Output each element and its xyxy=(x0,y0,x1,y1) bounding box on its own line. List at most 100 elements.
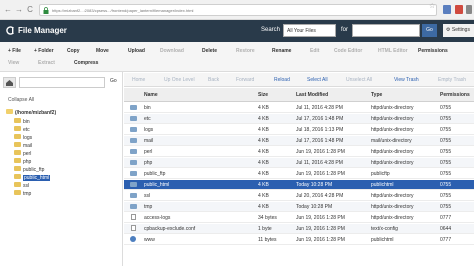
folder-icon xyxy=(130,204,137,209)
column-header-last-modified[interactable]: Last Modified xyxy=(296,92,328,98)
table-row[interactable]: etc 4 KB Jul 17, 2016 1:48 PM httpd/unix-di… xyxy=(124,114,474,124)
address-bar[interactable]: https://mizbanf2...:2083/cpsess.../front… xyxy=(39,4,437,16)
tree-item-logs[interactable]: logs xyxy=(14,134,32,141)
nav-up-one-level-link[interactable]: Up One Level xyxy=(164,77,195,83)
name-cell: public_ftp xyxy=(144,171,166,177)
table-row[interactable]: access-logs 34 bytes Jun 19, 2016 1:28 PM h… xyxy=(124,213,474,223)
nav-select-all-link[interactable]: Select All xyxy=(307,77,328,83)
table-row[interactable]: perl 4 KB Jun 19, 2016 1:28 PM httpd/unix-d… xyxy=(124,147,474,157)
column-header-permissions[interactable]: Permissions xyxy=(440,92,470,98)
new-file-button[interactable]: + File xyxy=(8,48,21,54)
table-row[interactable]: tmp 4 KB Today 10:28 PM httpd/unix-director… xyxy=(124,202,474,212)
tree-item-ssl[interactable]: ssl xyxy=(14,182,29,189)
upload-button[interactable]: Upload xyxy=(128,48,145,54)
nav-unselect-all-link[interactable]: Unselect All xyxy=(346,77,372,83)
nav-empty-trash-link[interactable]: Empty Trash xyxy=(438,77,466,83)
table-row[interactable]: logs 4 KB Jul 18, 2016 1:13 PM httpd/unix-d… xyxy=(124,125,474,135)
permissions-cell: 0755 xyxy=(440,116,452,122)
size-cell: 4 KB xyxy=(258,193,269,199)
search-scope-select[interactable]: All Your Files xyxy=(283,24,336,37)
url-text: https://mizbanf2...:2083/cpsess.../front… xyxy=(52,8,194,13)
table-row[interactable]: public_html 4 KB Today 10:28 PM publichtml 0… xyxy=(124,180,474,190)
restore-button[interactable]: Restore xyxy=(236,48,255,54)
copy-button[interactable]: Copy xyxy=(67,48,80,54)
table-row[interactable]: mail 4 KB Jul 17, 2016 1:48 PM mail/unix-di… xyxy=(124,136,474,146)
folder-tree-panel: Go Collapse All (/home/mizbanf2) bin etc… xyxy=(0,72,123,266)
nav-reload-link[interactable]: Reload xyxy=(274,77,290,83)
column-header-size[interactable]: Size xyxy=(258,92,268,98)
table-row[interactable]: public_ftp 4 KB Jun 19, 2016 1:28 PM public… xyxy=(124,169,474,179)
bookmark-star-icon[interactable]: ☆ xyxy=(429,2,435,10)
type-cell: httpd/unix-directory xyxy=(371,215,414,221)
browser-toolbar: ← → C https://mizbanf2...:2083/cpsess...… xyxy=(0,0,474,20)
edit-button[interactable]: Edit xyxy=(310,48,319,54)
name-cell: ssl xyxy=(144,193,151,199)
path-input[interactable] xyxy=(19,77,105,88)
folder-icon xyxy=(130,193,137,198)
permissions-cell: 0755 xyxy=(440,204,452,210)
folder-icon xyxy=(14,182,21,187)
search-input[interactable] xyxy=(352,24,420,37)
permissions-cell: 0755 xyxy=(440,138,452,144)
modified-cell: Jul 17, 2016 1:48 PM xyxy=(296,138,344,144)
compress-button[interactable]: Compress xyxy=(74,60,98,66)
table-row[interactable]: cpbackup-exclude.conf 1 byte Jun 19, 2016 … xyxy=(124,224,474,234)
tree-item-etc[interactable]: etc xyxy=(14,126,30,133)
path-go-button[interactable]: Go xyxy=(110,78,117,84)
reload-icon[interactable]: C xyxy=(26,6,34,14)
table-row[interactable]: www 11 bytes Jun 19, 2016 1:28 PM publichtm… xyxy=(124,235,474,245)
type-cell: text/x-config xyxy=(371,226,398,232)
permissions-button[interactable]: Permissions xyxy=(418,48,448,54)
menu-icon[interactable] xyxy=(466,5,472,14)
type-cell: publichtml xyxy=(371,237,394,243)
nav-view-trash-link[interactable]: View Trash xyxy=(394,77,419,83)
tree-item-public-ftp[interactable]: public_ftp xyxy=(14,166,44,173)
download-button[interactable]: Download xyxy=(160,48,184,54)
search-go-button[interactable]: Go xyxy=(422,24,437,37)
tree-item-tmp[interactable]: tmp xyxy=(14,190,31,197)
extension-icon[interactable] xyxy=(443,5,451,14)
delete-button[interactable]: Delete xyxy=(202,48,217,54)
extract-button[interactable]: Extract xyxy=(38,60,55,66)
column-header-name[interactable]: Name xyxy=(144,92,158,98)
tree-label: bin xyxy=(23,119,30,125)
type-cell: httpd/unix-directory xyxy=(371,105,414,111)
code-editor-button[interactable]: Code Editor xyxy=(334,48,362,54)
move-button[interactable]: Move xyxy=(96,48,109,54)
tree-item-mail[interactable]: mail xyxy=(14,142,32,149)
nav-forward-link[interactable]: Forward xyxy=(236,77,254,83)
new-folder-button[interactable]: + Folder xyxy=(34,48,54,54)
table-row[interactable]: bin 4 KB Jul 11, 2016 4:28 PM httpd/unix-di… xyxy=(124,103,474,113)
rename-button[interactable]: Rename xyxy=(272,48,291,54)
tree-item-perl[interactable]: perl xyxy=(14,150,31,157)
settings-button[interactable]: ⚙ Settings xyxy=(443,24,474,37)
back-arrow-icon[interactable]: ← xyxy=(4,6,12,14)
folder-icon xyxy=(14,174,21,179)
table-row[interactable]: ssl 4 KB Jul 20, 2016 4:28 PM httpd/unix-di… xyxy=(124,191,474,201)
tree-item-bin[interactable]: bin xyxy=(14,118,30,125)
tree-label: php xyxy=(23,159,32,165)
column-header-type[interactable]: Type xyxy=(371,92,382,98)
forward-arrow-icon[interactable]: → xyxy=(15,6,23,14)
tree-item-php[interactable]: php xyxy=(14,158,31,165)
nav-back-link[interactable]: Back xyxy=(208,77,219,83)
nav-home-link[interactable]: Home xyxy=(132,77,145,83)
type-cell: publichtml xyxy=(371,182,394,188)
size-cell: 4 KB xyxy=(258,138,269,144)
table-row[interactable]: php 4 KB Jul 11, 2016 4:28 PM httpd/unix-di… xyxy=(124,158,474,168)
house-icon xyxy=(6,80,13,86)
extension-icon[interactable] xyxy=(455,5,463,14)
permissions-cell: 0644 xyxy=(440,226,452,232)
html-editor-button[interactable]: HTML Editor xyxy=(378,48,408,54)
modified-cell: Today 10:28 PM xyxy=(296,182,333,188)
tree-item-public-html[interactable]: public_html xyxy=(14,174,51,181)
permissions-cell: 0755 xyxy=(440,171,452,177)
view-button[interactable]: View xyxy=(8,60,19,66)
collapse-all-link[interactable]: Collapse All xyxy=(8,97,34,103)
home-button[interactable] xyxy=(3,77,16,88)
modified-cell: Jun 19, 2016 1:28 PM xyxy=(296,237,345,243)
folder-icon xyxy=(14,190,21,195)
tree-root[interactable]: (/home/mizbanf2) xyxy=(6,109,56,116)
modified-cell: Jul 17, 2016 1:48 PM xyxy=(296,116,344,122)
type-cell: httpd/unix-directory xyxy=(371,204,414,210)
